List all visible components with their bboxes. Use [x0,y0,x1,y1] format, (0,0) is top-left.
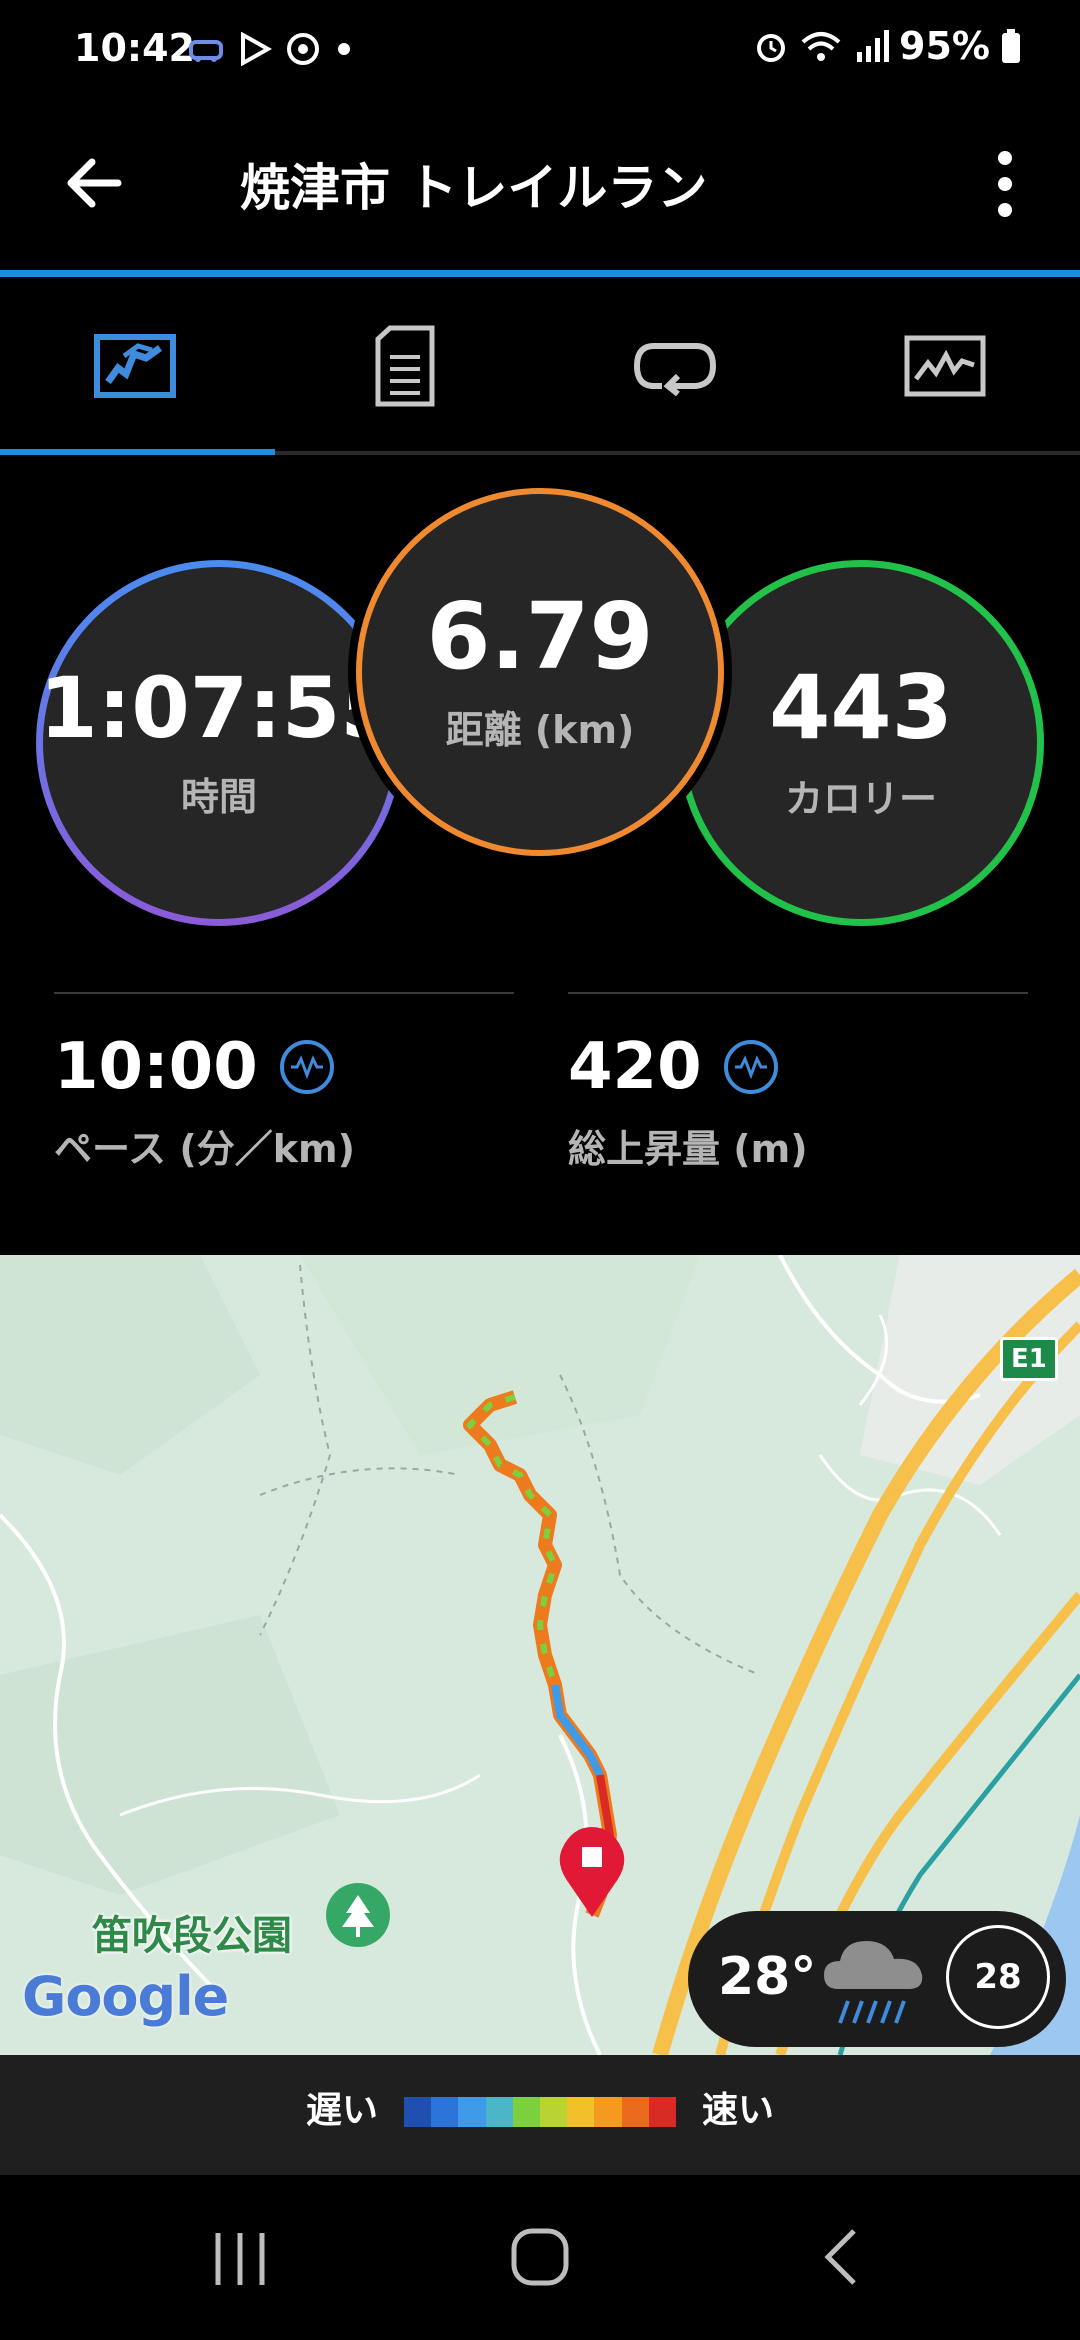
pace-value: 10:00 [54,1030,258,1104]
legend-swatch [594,2097,622,2127]
details-document-icon [375,325,435,407]
system-nav-bar [0,2175,1080,2340]
distance-label: 距離 (km) [445,707,635,752]
legend-swatch [404,2097,432,2127]
time-label: 時間 [180,774,257,819]
weather-widget[interactable]: 28° 28 [688,1911,1066,2047]
car-icon [189,40,223,62]
map-icon [94,334,176,398]
play-store-icon [241,32,272,66]
tab-charts[interactable] [810,277,1080,455]
ascent-chart-icon[interactable] [723,1040,778,1094]
accent-divider [0,270,1080,277]
park-label: 笛吹段公園 [92,1913,292,1959]
tab-details[interactable] [270,277,540,455]
highway-badge: E1 [1000,1337,1058,1381]
status-time: 10:42 [74,26,195,70]
chart-stats-icon [904,335,986,397]
active-tab-indicator [0,449,275,455]
tab-laps[interactable] [540,277,810,455]
laps-loop-icon [633,343,717,396]
finish-marker-icon[interactable] [556,1823,628,1919]
legend-swatch [567,2097,595,2127]
ascent-stat: 420 [568,1030,778,1104]
dot-icon [338,43,350,55]
legend-slow-label: 遅い [306,2090,379,2131]
status-bar: 10:42 95% [0,0,1080,104]
distance-value: 6.79 [426,582,654,690]
rain-cloud-icon [824,1941,923,2024]
route-map[interactable]: E1 笛吹段公園 Google 28° 28 [0,1255,1080,2055]
home-icon[interactable] [510,2225,570,2289]
status-notification-icons [188,32,354,66]
battery-percent: 95% [899,24,990,68]
page-title: 焼津市 トレイルラン [240,159,708,217]
legend-swatch [458,2097,486,2127]
more-options-icon[interactable] [990,144,1020,224]
recent-apps-icon[interactable] [210,2231,270,2287]
pace-chart-icon[interactable] [279,1040,334,1094]
calories-ring: 443 カロリー [678,560,1044,926]
weather-badge: 28 [946,1925,1050,2029]
alarm-icon [757,34,786,62]
legend-fast-label: 速い [702,2090,775,2131]
tab-bar [0,277,1080,455]
weather-temp: 28° [718,1947,817,2007]
pace-label: ペース (分／km) [54,1127,355,1171]
stat-divider-right [568,992,1028,994]
tab-divider [275,451,1080,455]
calories-label: カロリー [784,776,937,821]
signal-icon [857,30,890,62]
wifi-icon [801,32,841,61]
status-right: 95% [753,24,1022,68]
stat-divider-left [54,992,514,994]
pace-stat: 10:00 [54,1030,334,1104]
calories-value: 443 [769,655,953,759]
ascent-value: 420 [568,1030,702,1104]
legend-swatch [512,2097,541,2127]
legend-swatch [540,2097,568,2127]
battery-icon [1002,29,1020,63]
legend-swatch [485,2097,513,2127]
google-logo: Google [22,1965,229,2028]
pace-legend: 遅い 速い [0,2055,1080,2175]
back-arrow-icon[interactable] [62,150,128,216]
time-ring: 1:07:55 時間 [36,560,402,926]
legend-swatch [621,2097,649,2127]
back-nav-icon[interactable] [820,2227,864,2287]
tab-map[interactable] [0,277,270,455]
time-value: 1:07:55 [39,658,399,757]
chrome-icon [287,33,319,65]
legend-swatch [431,2097,459,2127]
legend-swatch [648,2097,677,2127]
distance-ring: 6.79 距離 (km) [356,488,724,856]
legend-color-scale [404,2097,677,2127]
ascent-label: 総上昇量 (m) [568,1127,808,1171]
